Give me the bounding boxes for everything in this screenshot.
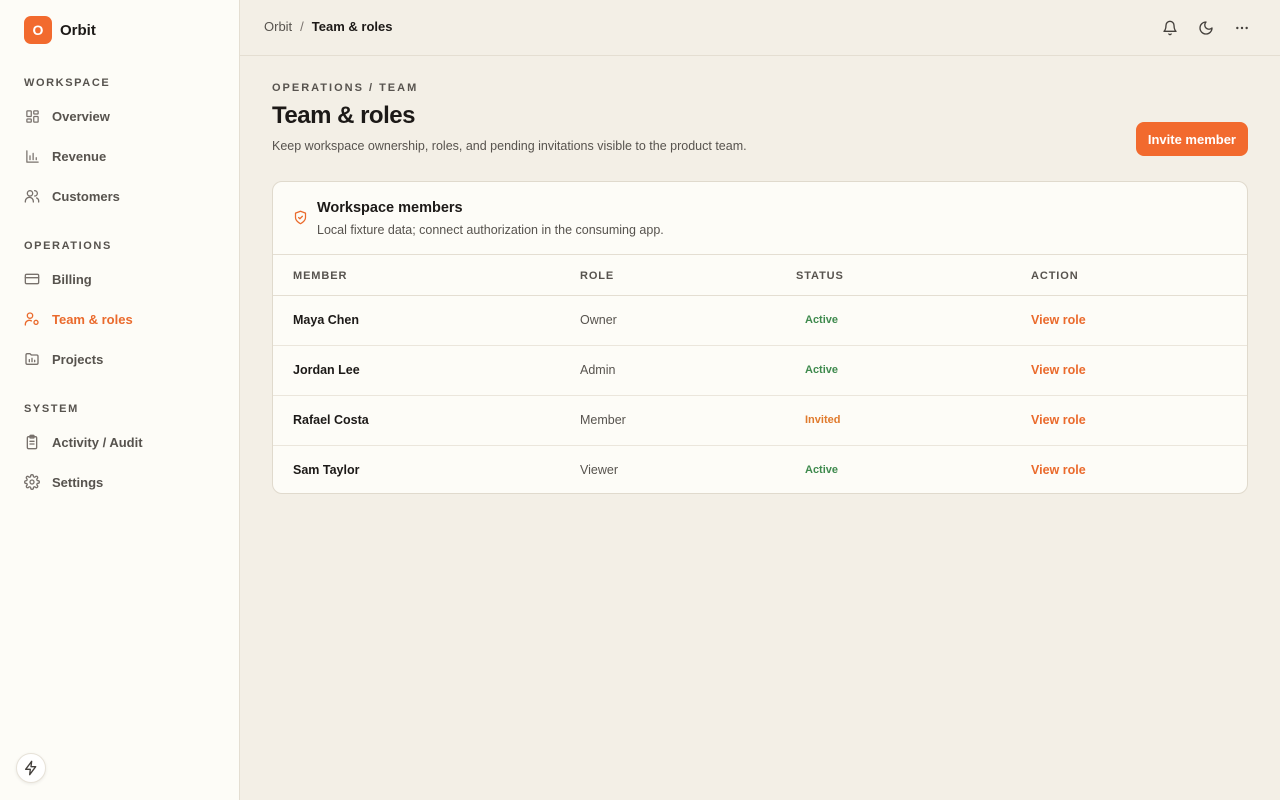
card-subtitle: Local fixture data; connect authorizatio… <box>317 223 664 237</box>
table-header: MEMBER ROLE STATUS ACTION <box>273 255 1247 296</box>
clipboard-list-icon <box>24 434 40 450</box>
sidebar-item-activity-audit[interactable]: Activity / Audit <box>24 430 220 454</box>
view-role-link[interactable]: View role <box>1031 313 1086 327</box>
member-name: Maya Chen <box>293 313 359 327</box>
table-row: Jordan Lee Admin Active View role <box>273 346 1247 396</box>
status-badge: Active <box>805 464 839 476</box>
page-eyebrow: OPERATIONS / TEAM <box>272 82 419 94</box>
layout-grid-icon <box>24 108 40 124</box>
nav-section-operations: OPERATIONS <box>24 240 112 252</box>
user-cog-icon <box>24 311 40 327</box>
bolt-icon <box>23 760 39 776</box>
view-role-link[interactable]: View role <box>1031 363 1086 377</box>
bar-chart-icon <box>24 148 40 164</box>
view-role-link[interactable]: View role <box>1031 463 1086 477</box>
sidebar-item-label: Billing <box>52 271 92 287</box>
column-header-role: ROLE <box>580 270 615 282</box>
nav-section-system: SYSTEM <box>24 403 79 415</box>
members-card: Workspace members Local fixture data; co… <box>272 181 1248 494</box>
sidebar: O Orbit WORKSPACE Overview Revenue Custo… <box>0 0 240 800</box>
bell-icon[interactable] <box>1160 18 1180 38</box>
sidebar-item-revenue[interactable]: Revenue <box>24 144 220 168</box>
member-name: Rafael Costa <box>293 413 369 427</box>
card-title: Workspace members <box>317 200 463 216</box>
brand[interactable]: O Orbit <box>24 16 96 44</box>
sidebar-item-label: Overview <box>52 108 110 124</box>
gear-icon <box>24 474 40 490</box>
member-name: Jordan Lee <box>293 363 360 377</box>
status-badge: Active <box>805 364 839 376</box>
page-description: Keep workspace ownership, roles, and pen… <box>272 139 747 153</box>
folder-chart-icon <box>24 351 40 367</box>
brand-name: Orbit <box>60 21 96 39</box>
column-header-member: MEMBER <box>293 270 348 282</box>
more-horizontal-icon[interactable] <box>1232 18 1252 38</box>
brand-logo: O <box>24 16 52 44</box>
sidebar-item-label: Revenue <box>52 148 107 164</box>
table-row: Sam Taylor Viewer Active View role <box>273 446 1247 493</box>
breadcrumb: Orbit / Team & roles <box>264 19 392 34</box>
sidebar-item-label: Customers <box>52 188 120 204</box>
moon-icon[interactable] <box>1196 18 1216 38</box>
column-header-status: STATUS <box>796 270 844 282</box>
sidebar-item-settings[interactable]: Settings <box>24 470 220 494</box>
breadcrumb-current: Team & roles <box>311 19 393 34</box>
sidebar-item-customers[interactable]: Customers <box>24 184 220 208</box>
sidebar-item-billing[interactable]: Billing <box>24 267 220 291</box>
breadcrumb-separator: / <box>300 19 304 34</box>
nav-section-workspace: WORKSPACE <box>24 77 111 89</box>
status-badge: Invited <box>805 414 841 426</box>
users-icon <box>24 188 40 204</box>
table-row: Rafael Costa Member Invited View role <box>273 396 1247 446</box>
sidebar-item-team-roles[interactable]: Team & roles <box>24 307 220 331</box>
invite-member-button[interactable]: Invite member <box>1135 122 1248 156</box>
page-title: Team & roles <box>272 102 415 129</box>
member-role: Member <box>580 413 626 427</box>
status-badge: Active <box>805 314 839 326</box>
sidebar-item-label: Activity / Audit <box>52 434 143 450</box>
sidebar-item-overview[interactable]: Overview <box>24 104 220 128</box>
topbar-actions <box>1144 18 1252 38</box>
sidebar-item-label: Projects <box>52 351 104 367</box>
topbar: Orbit / Team & roles <box>240 0 1280 56</box>
member-role: Admin <box>580 363 616 377</box>
table-row: Maya Chen Owner Active View role <box>273 296 1247 346</box>
breadcrumb-root[interactable]: Orbit <box>264 19 292 34</box>
view-role-link[interactable]: View role <box>1031 413 1086 427</box>
sidebar-item-projects[interactable]: Projects <box>24 347 220 371</box>
sidebar-item-label: Team & roles <box>52 311 133 327</box>
credit-card-icon <box>24 271 40 287</box>
member-role: Viewer <box>580 463 618 477</box>
card-header: Workspace members Local fixture data; co… <box>273 182 1247 255</box>
sidebar-item-label: Settings <box>52 474 104 490</box>
member-name: Sam Taylor <box>293 463 360 477</box>
member-role: Owner <box>580 313 617 327</box>
shield-check-icon <box>293 210 308 225</box>
column-header-action: ACTION <box>1031 270 1079 282</box>
bolt-button[interactable] <box>16 753 46 783</box>
